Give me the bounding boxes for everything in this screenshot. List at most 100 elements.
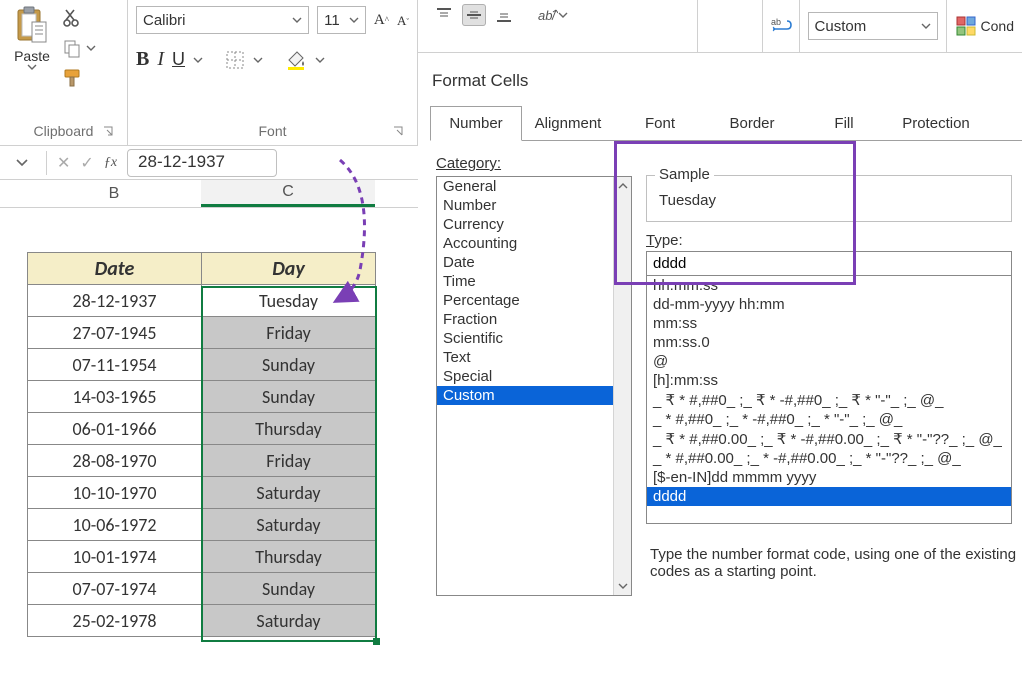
category-item[interactable]: Text <box>437 348 631 367</box>
category-item[interactable]: Scientific <box>437 329 631 348</box>
copy-button[interactable] <box>62 38 96 58</box>
format-item[interactable]: dd-mm-yyyy hh:mm <box>647 295 1011 314</box>
format-item[interactable]: _ ₹ * #,##0_ ;_ ₹ * -#,##0_ ;_ ₹ * "-"_ … <box>647 390 1011 410</box>
table-row[interactable]: 14-03-1965Sunday <box>28 381 376 413</box>
header-date[interactable]: Date <box>28 253 202 285</box>
format-list[interactable]: hh:mm:ssdd-mm-yyyy hh:mmmm:ssmm:ss.0@[h]… <box>646 276 1012 524</box>
dialog-launcher-icon[interactable] <box>393 125 405 137</box>
scrollbar[interactable] <box>613 177 631 595</box>
underline-button[interactable]: U <box>172 49 185 70</box>
cell-day[interactable]: Sunday <box>202 349 376 381</box>
format-item[interactable]: dddd <box>647 487 1011 506</box>
dialog-launcher-icon[interactable] <box>103 125 115 137</box>
cell-date[interactable]: 06-01-1966 <box>28 413 202 445</box>
cut-button[interactable] <box>62 8 96 28</box>
category-item[interactable]: Fraction <box>437 310 631 329</box>
italic-button[interactable]: I <box>157 48 164 71</box>
tab-font[interactable]: Font <box>614 106 706 141</box>
category-item[interactable]: Percentage <box>437 291 631 310</box>
category-item[interactable]: General <box>437 177 631 196</box>
cell-date[interactable]: 07-07-1974 <box>28 573 202 605</box>
category-item[interactable]: Special <box>437 367 631 386</box>
font-size-combo[interactable]: 11 <box>317 6 366 34</box>
cell-day[interactable]: Sunday <box>202 573 376 605</box>
cell-date[interactable]: 27-07-1945 <box>28 317 202 349</box>
cell-day[interactable]: Thursday <box>202 541 376 573</box>
table-row[interactable]: 06-01-1966Thursday <box>28 413 376 445</box>
table-row[interactable]: 28-08-1970Friday <box>28 445 376 477</box>
cell-day[interactable]: Saturday <box>202 477 376 509</box>
table-row[interactable]: 10-10-1970Saturday <box>28 477 376 509</box>
decrease-font-button[interactable]: Aˇ <box>397 13 409 29</box>
format-item[interactable]: mm:ss.0 <box>647 333 1011 352</box>
table-row[interactable]: 07-11-1954Sunday <box>28 349 376 381</box>
name-box-dropdown[interactable] <box>8 159 36 167</box>
conditional-label[interactable]: Cond <box>981 18 1014 34</box>
select-all-corner[interactable] <box>0 180 27 207</box>
increase-font-button[interactable]: A^ <box>374 12 389 29</box>
format-item[interactable]: _ ₹ * #,##0.00_ ;_ ₹ * -#,##0.00_ ;_ ₹ *… <box>647 429 1011 449</box>
cell-date[interactable]: 25-02-1978 <box>28 605 202 637</box>
fx-icon[interactable]: ƒx <box>104 155 117 171</box>
format-item[interactable]: mm:ss <box>647 314 1011 333</box>
cell-day[interactable]: Thursday <box>202 413 376 445</box>
category-item[interactable]: Custom <box>437 386 631 405</box>
number-format-combo[interactable]: Custom <box>808 12 938 40</box>
format-item[interactable]: hh:mm:ss <box>647 276 1011 295</box>
group-label: Font <box>136 119 409 145</box>
table-row[interactable]: 07-07-1974Sunday <box>28 573 376 605</box>
tab-alignment[interactable]: Alignment <box>522 106 614 141</box>
cell-date[interactable]: 14-03-1965 <box>28 381 202 413</box>
cell-date[interactable]: 07-11-1954 <box>28 349 202 381</box>
format-item[interactable]: [h]:mm:ss <box>647 371 1011 390</box>
cell-date[interactable]: 28-12-1937 <box>28 285 202 317</box>
category-item[interactable]: Number <box>437 196 631 215</box>
format-item[interactable]: [$-en-IN]dd mmmm yyyy <box>647 468 1011 487</box>
category-item[interactable]: Time <box>437 272 631 291</box>
type-input[interactable] <box>646 251 1012 276</box>
paste-button[interactable]: Paste <box>8 4 56 70</box>
cell-day[interactable]: Saturday <box>202 509 376 541</box>
cell-date[interactable]: 28-08-1970 <box>28 445 202 477</box>
format-item[interactable]: _ * #,##0_ ;_ * -#,##0_ ;_ * "-"_ ;_ @_ <box>647 410 1011 429</box>
formula-input[interactable]: 28-12-1937 <box>127 149 277 177</box>
category-item[interactable]: Currency <box>437 215 631 234</box>
align-middle-button[interactable] <box>462 4 486 26</box>
tab-protection[interactable]: Protection <box>890 106 982 141</box>
tab-fill[interactable]: Fill <box>798 106 890 141</box>
orientation-button[interactable]: ab <box>536 6 568 24</box>
category-item[interactable]: Date <box>437 253 631 272</box>
cell-day[interactable]: Friday <box>202 317 376 349</box>
cancel-icon[interactable]: ✕ <box>57 153 70 173</box>
format-painter-button[interactable] <box>62 68 96 88</box>
category-item[interactable]: Accounting <box>437 234 631 253</box>
tab-number[interactable]: Number <box>430 106 522 141</box>
cell-date[interactable]: 10-10-1970 <box>28 477 202 509</box>
align-top-button[interactable] <box>432 4 456 26</box>
category-list[interactable]: GeneralNumberCurrencyAccountingDateTimeP… <box>436 176 632 596</box>
cell-day[interactable]: Saturday <box>202 605 376 637</box>
wrap-text-button[interactable]: ab <box>769 15 793 37</box>
table-row[interactable]: 25-02-1978Saturday <box>28 605 376 637</box>
bold-button[interactable]: B <box>136 48 149 71</box>
table-row[interactable]: 27-07-1945Friday <box>28 317 376 349</box>
font-name-combo[interactable]: Calibri <box>136 6 309 34</box>
cell-date[interactable]: 10-06-1972 <box>28 509 202 541</box>
align-bottom-button[interactable] <box>492 4 516 26</box>
cell-day[interactable]: Friday <box>202 445 376 477</box>
column-header-b[interactable]: B <box>27 180 201 207</box>
scroll-up-icon[interactable] <box>614 177 631 195</box>
cell-day[interactable]: Sunday <box>202 381 376 413</box>
format-item[interactable]: _ * #,##0.00_ ;_ * -#,##0.00_ ;_ * "-"??… <box>647 449 1011 468</box>
fill-handle[interactable] <box>373 638 380 645</box>
enter-icon[interactable]: ✓ <box>80 153 93 173</box>
tab-border[interactable]: Border <box>706 106 798 141</box>
borders-button[interactable] <box>225 50 245 70</box>
format-item[interactable]: @ <box>647 352 1011 371</box>
table-row[interactable]: 28-12-1937Tuesday <box>28 285 376 317</box>
fill-color-button[interactable] <box>285 50 307 70</box>
scroll-down-icon[interactable] <box>614 577 631 595</box>
table-row[interactable]: 10-01-1974Thursday <box>28 541 376 573</box>
cell-date[interactable]: 10-01-1974 <box>28 541 202 573</box>
table-row[interactable]: 10-06-1972Saturday <box>28 509 376 541</box>
